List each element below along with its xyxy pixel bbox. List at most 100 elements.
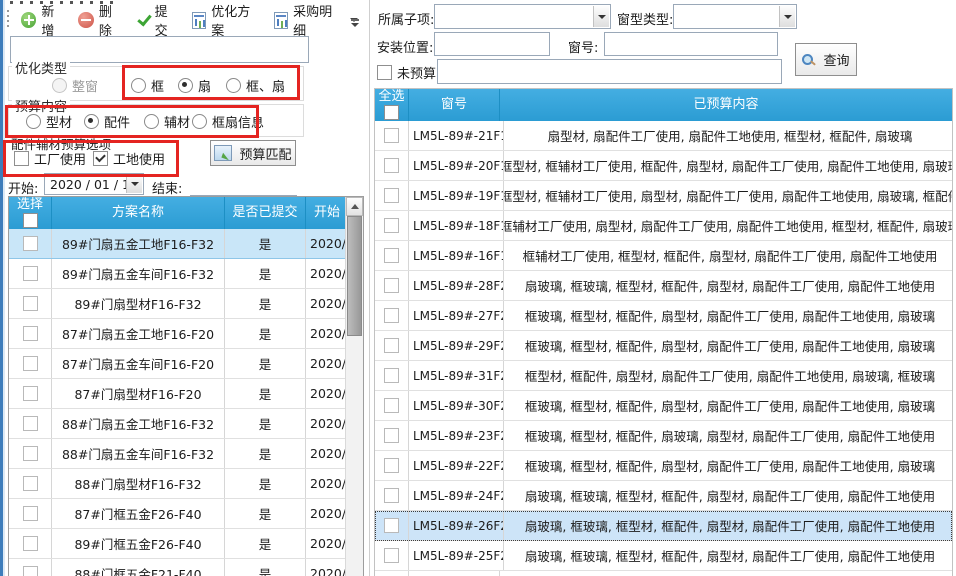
row-checkbox[interactable] xyxy=(23,296,38,311)
radio-auxiliary[interactable]: 辅材 xyxy=(144,112,190,131)
toolbar-grip[interactable] xyxy=(6,10,11,30)
no-budget-checkbox[interactable]: 未预算: xyxy=(377,63,440,82)
row-checkbox[interactable] xyxy=(23,326,38,341)
row-checkbox[interactable] xyxy=(384,368,399,383)
table-row[interactable]: LM5L-89#-25F23扇玻璃, 框玻璃, 框型材, 框配件, 扇型材, 扇… xyxy=(375,541,952,571)
table-row[interactable]: LM5L-89#-31F29框型材, 框配件, 扇型材, 扇配件工厂使用, 扇配… xyxy=(375,361,952,391)
table-row[interactable]: LM5L-89#-20F18框型材, 框辅材工厂使用, 框配件, 扇型材, 扇配… xyxy=(375,151,952,181)
table-row[interactable]: 88#门框五金F21-F40是2020/0 xyxy=(9,559,363,576)
budgeted-content-cell: 框玻璃, 框型材, 框配件, 扇玻璃, 扇型材, 扇配件工厂使用, 扇配件工地使… xyxy=(504,421,953,450)
table-row[interactable]: 87#门扇型材F16-F20是2020/0 xyxy=(9,379,363,409)
row-checkbox[interactable] xyxy=(384,428,399,443)
table-row[interactable]: 88#门扇五金工地F16-F32是2020/0 xyxy=(9,409,363,439)
checkbox-icon xyxy=(14,151,29,166)
table-row[interactable]: 88#门扇五金车间F16-F32是2020/0 xyxy=(9,439,363,469)
install-pos-input[interactable] xyxy=(434,32,550,56)
radio-frame-sash-info[interactable]: 框扇信息 xyxy=(192,112,264,131)
radio-fitting[interactable]: 配件 xyxy=(84,112,130,131)
radio-frame[interactable]: 框 xyxy=(131,76,164,95)
table-row[interactable]: 89#门扇五金工地F16-F32是2020/0 xyxy=(9,229,363,259)
header-select-label: 选择 xyxy=(17,198,43,212)
header-plan-name: 方案名称 xyxy=(52,197,225,229)
row-checkbox[interactable] xyxy=(384,128,399,143)
table-row[interactable]: LM5L-89#-21F19扇型材, 扇配件工厂使用, 扇配件工地使用, 框型材… xyxy=(375,121,952,151)
table-row[interactable]: LM5L-89#-19F17框型材, 框辅材工厂使用, 扇型材, 扇配件工厂使用… xyxy=(375,181,952,211)
table-row[interactable]: LM5L-89#-27F25框玻璃, 框型材, 框配件, 扇型材, 扇配件工厂使… xyxy=(375,301,952,331)
checkbox-factory-use[interactable]: 工厂使用 xyxy=(14,149,86,168)
scrollbar-up-icon[interactable] xyxy=(346,197,363,216)
select-all-checkbox[interactable] xyxy=(384,105,399,120)
checkbox-site-use[interactable]: 工地使用 xyxy=(93,149,165,168)
sub-item-combo[interactable] xyxy=(434,4,611,29)
table-row[interactable]: 89#门扇五金车间F16-F32是2020/0 xyxy=(9,259,363,289)
table-row[interactable]: LM5L-89#-28F26扇玻璃, 框玻璃, 框型材, 框配件, 扇型材, 扇… xyxy=(375,271,952,301)
window-type-combo[interactable] xyxy=(673,4,797,29)
report-icon xyxy=(274,12,288,29)
radio-whole-window[interactable]: 整窗 xyxy=(52,76,98,95)
query-button[interactable]: 查询 xyxy=(795,43,857,76)
table-row[interactable]: LM5L-89#-30F28框玻璃, 框型材, 框配件, 扇型材, 扇配件工厂使… xyxy=(375,391,952,421)
table-row[interactable]: 87#门扇五金车间F16-F20是2020/0 xyxy=(9,349,363,379)
table-row[interactable]: LM5L-89#-29F27框玻璃, 框型材, 框配件, 扇型材, 扇配件工厂使… xyxy=(375,331,952,361)
row-checkbox[interactable] xyxy=(384,158,399,173)
table-row[interactable]: 89#门扇型材F16-F32是2020/0 xyxy=(9,289,363,319)
row-checkbox[interactable] xyxy=(384,548,399,563)
scrollbar-thumb[interactable] xyxy=(347,216,362,336)
table-row[interactable]: LM5L-89#-24F22扇玻璃, 框玻璃, 框型材, 框配件, 扇型材, 扇… xyxy=(375,481,952,511)
row-checkbox[interactable] xyxy=(384,338,399,353)
row-checkbox[interactable] xyxy=(384,218,399,233)
date-dropdown-icon[interactable] xyxy=(126,175,142,193)
row-checkbox[interactable] xyxy=(384,488,399,503)
row-select-cell xyxy=(375,361,409,390)
select-all-checkbox[interactable] xyxy=(23,213,38,228)
row-checkbox[interactable] xyxy=(384,518,399,533)
table-row[interactable]: LM5L-89#-22F20框玻璃, 框型材, 框配件, 扇型材, 扇配件工厂使… xyxy=(375,451,952,481)
row-checkbox[interactable] xyxy=(23,566,38,576)
radio-sash[interactable]: 扇 xyxy=(178,76,211,95)
optimize-plan-button-label: 优化方案 xyxy=(211,1,261,39)
row-checkbox[interactable] xyxy=(23,236,38,251)
query-button-label: 查询 xyxy=(823,50,849,69)
row-checkbox[interactable] xyxy=(384,278,399,293)
plan-name-cell: 89#门扇五金工地F16-F32 xyxy=(52,229,225,258)
purchase-detail-button-label: 采购明细 xyxy=(293,1,343,39)
radio-frame-sash[interactable]: 框、扇 xyxy=(226,76,285,95)
plan-table-scrollbar[interactable] xyxy=(345,197,363,576)
budgeted-content-cell: 框玻璃, 框型材, 框配件, 扇型材, 扇配件工厂使用, 扇配件工地使用, 扇玻… xyxy=(504,331,953,360)
row-checkbox[interactable] xyxy=(23,416,38,431)
combo-dropdown-icon[interactable] xyxy=(593,6,609,27)
budget-match-button[interactable]: 预算匹配 xyxy=(210,140,296,166)
budget-optimization-window: 新增 删除 提交 优化方案 采购明细 优化类型 整窗 框 xyxy=(0,0,956,576)
combo-dropdown-icon[interactable] xyxy=(779,6,795,27)
table-row[interactable]: LM5L-89#-26F24扇玻璃, 框玻璃, 框型材, 框配件, 扇型材, 扇… xyxy=(375,511,952,541)
table-row[interactable]: 89#门框五金F26-F40是2020/0 xyxy=(9,529,363,559)
table-row[interactable]: 88#门扇型材F16-F32是2020/0 xyxy=(9,469,363,499)
row-checkbox[interactable] xyxy=(23,476,38,491)
table-row[interactable]: 87#门扇五金工地F16-F20是2020/0 xyxy=(9,319,363,349)
table-row[interactable]: LM5L-89#-16F15框辅材工厂使用, 框型材, 框配件, 扇型材, 扇配… xyxy=(375,241,952,271)
radio-profile[interactable]: 型材 xyxy=(26,112,72,131)
row-select-cell xyxy=(375,211,409,240)
window-no-input[interactable] xyxy=(604,32,778,56)
header-window-no-label: 窗号 xyxy=(441,98,467,112)
row-checkbox[interactable] xyxy=(23,506,38,521)
table-row[interactable]: LM5L-89#-23F21框玻璃, 框型材, 框配件, 扇玻璃, 扇型材, 扇… xyxy=(375,421,952,451)
row-checkbox[interactable] xyxy=(384,188,399,203)
row-checkbox[interactable] xyxy=(23,266,38,281)
row-checkbox[interactable] xyxy=(23,356,38,371)
submitted-cell: 是 xyxy=(225,259,306,288)
sub-item-label: 所属子项: xyxy=(378,9,434,28)
no-budget-input[interactable] xyxy=(437,59,782,84)
toolbar-overflow-button[interactable] xyxy=(348,14,362,32)
row-checkbox[interactable] xyxy=(23,386,38,401)
row-checkbox[interactable] xyxy=(384,398,399,413)
row-checkbox[interactable] xyxy=(384,458,399,473)
date-start-picker[interactable]: 2020 / 01 / 1 xyxy=(44,173,144,195)
table-row[interactable]: LM5L-89#-18F16框辅材工厂使用, 扇型材, 扇配件工厂使用, 扇配件… xyxy=(375,211,952,241)
row-checkbox[interactable] xyxy=(23,446,38,461)
row-checkbox[interactable] xyxy=(384,248,399,263)
table-row[interactable]: 87#门框五金F26-F40是2020/0 xyxy=(9,499,363,529)
row-checkbox[interactable] xyxy=(23,536,38,551)
row-checkbox[interactable] xyxy=(384,308,399,323)
window-no-cell: LM5L-89#-19F17 xyxy=(409,181,504,210)
